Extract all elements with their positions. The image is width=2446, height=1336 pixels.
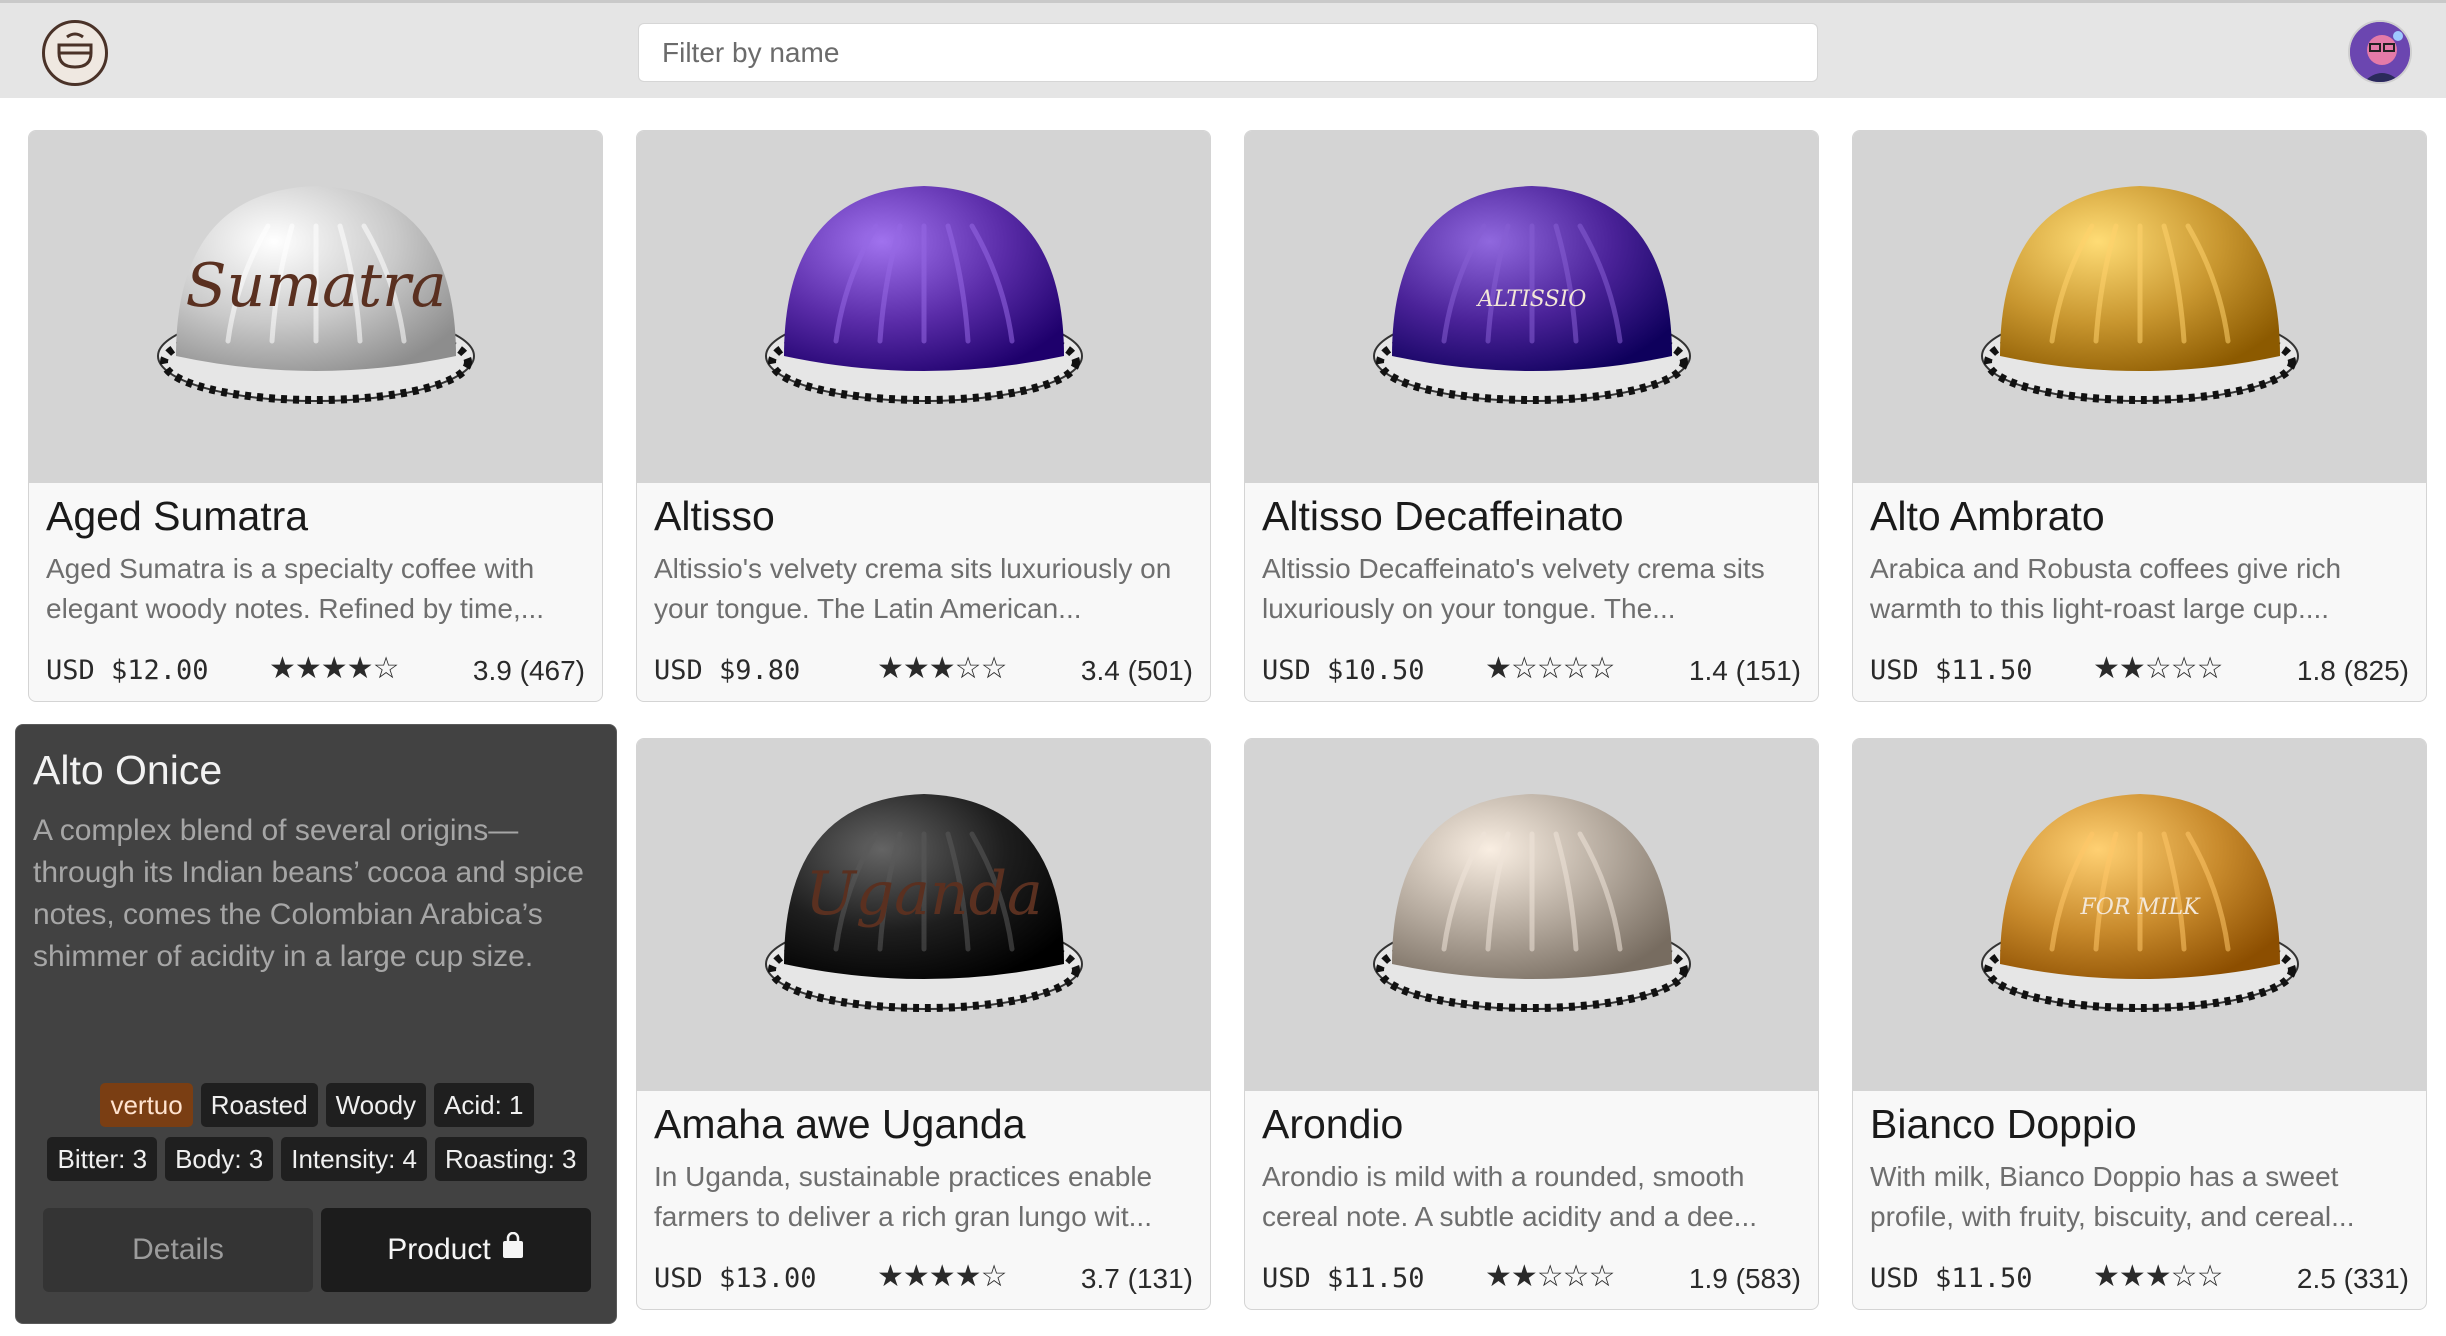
product-name: Alto Ambrato	[1870, 493, 2105, 539]
product-card[interactable]: Altisso Altissio's velvety crema sits lu…	[636, 130, 1211, 702]
tag-badge: Roasting: 3	[434, 1137, 587, 1181]
product-price: USD $9.80	[654, 655, 801, 686]
product-price: USD $13.00	[654, 1263, 817, 1294]
product-price: USD $11.50	[1870, 1263, 2033, 1294]
tag-badge: Bitter: 3	[47, 1137, 158, 1181]
coffee-cup-logo-icon[interactable]	[42, 20, 108, 86]
product-name: Arondio	[1262, 1101, 1404, 1147]
capsule-image	[1853, 131, 2426, 483]
search-input[interactable]	[638, 23, 1818, 82]
star-rating-icon: ★★★★☆	[877, 1259, 1007, 1294]
capsule-label: ALTISSIO	[1476, 287, 1587, 312]
shopping-bag-icon	[501, 1231, 525, 1268]
product-card[interactable]: FOR MILK Bianco Doppio With milk, Bianco…	[1852, 738, 2427, 1310]
tag-badge: Roasted	[200, 1083, 318, 1127]
star-rating-icon: ★★★☆☆	[877, 651, 1007, 686]
detail-product-name: Alto Onice	[33, 747, 223, 793]
capsule-label: Sumatra	[186, 251, 447, 321]
product-description: Altissio Decaffeinato's velvety crema si…	[1262, 553, 1765, 624]
product-name: Altisso Decaffeinato	[1262, 493, 1624, 539]
tag-badge: Intensity: 4	[281, 1137, 427, 1181]
tag-badge: Woody	[325, 1083, 427, 1127]
capsule-image: ALTISSIO	[1245, 131, 1818, 483]
star-rating-icon: ★★★☆☆	[2093, 1259, 2223, 1294]
product-card[interactable]: Uganda Amaha awe Uganda In Uganda, susta…	[636, 738, 1211, 1310]
product-name: Bianco Doppio	[1870, 1101, 2137, 1147]
product-name: Altisso	[654, 493, 775, 539]
product-description: Altissio's velvety crema sits luxuriousl…	[654, 553, 1172, 624]
capsule-image: Uganda	[637, 739, 1210, 1091]
tag-badge: Acid: 1	[434, 1083, 534, 1127]
product-card[interactable]: ALTISSIO Altisso Decaffeinato Altissio D…	[1244, 130, 1819, 702]
product-price: USD $12.00	[46, 655, 209, 686]
product-name: Amaha awe Uganda	[654, 1101, 1026, 1147]
rating-count: 3.4 (501)	[1080, 655, 1193, 686]
product-detail-panel[interactable]: Alto Onice A complex blend of several or…	[15, 724, 617, 1324]
product-description: In Uganda, sustainable practices enable …	[654, 1161, 1153, 1232]
rating-count: 1.8 (825)	[2296, 655, 2409, 686]
product-card[interactable]: Sumatra Aged Sumatra Aged Sumatra is a s…	[28, 130, 603, 702]
details-button-label: Details	[132, 1233, 224, 1266]
product-description: Arabica and Robusta coffees give rich wa…	[1870, 553, 2342, 624]
rating-count: 3.7 (131)	[1080, 1263, 1193, 1294]
details-button[interactable]: Details	[43, 1208, 313, 1292]
star-rating-icon: ★★☆☆☆	[2093, 651, 2223, 686]
capsule-label: FOR MILK	[2079, 895, 2201, 920]
tag-badge: vertuo	[100, 1083, 193, 1127]
product-description: With milk, Bianco Doppio has a sweet pro…	[1870, 1161, 2355, 1232]
capsule-image: FOR MILK	[1853, 739, 2426, 1091]
product-description: Aged Sumatra is a specialty coffee with …	[46, 553, 545, 624]
star-rating-icon: ★☆☆☆☆	[1485, 651, 1615, 686]
top-bar	[0, 0, 2446, 98]
tag-badge: Body: 3	[165, 1137, 274, 1181]
product-card[interactable]: Alto Ambrato Arabica and Robusta coffees…	[1852, 130, 2427, 702]
product-button-label: Product	[387, 1233, 491, 1266]
detail-product-description: A complex blend of several origins—throu…	[33, 814, 584, 973]
product-price: USD $11.50	[1262, 1263, 1425, 1294]
tag-row-2: Bitter: 3 Body: 3 Intensity: 4 Roasting:…	[33, 1137, 601, 1181]
product-name: Aged Sumatra	[46, 493, 309, 539]
capsule-image: Sumatra	[29, 131, 602, 483]
star-rating-icon: ★★☆☆☆	[1485, 1259, 1615, 1294]
user-avatar-icon[interactable]	[2348, 20, 2412, 84]
rating-count: 1.9 (583)	[1688, 1263, 1801, 1294]
rating-count: 2.5 (331)	[2296, 1263, 2409, 1294]
product-price: USD $11.50	[1870, 655, 2033, 686]
star-rating-icon: ★★★★☆	[269, 651, 399, 686]
product-description: Arondio is mild with a rounded, smooth c…	[1262, 1161, 1758, 1232]
tag-row-1: vertuo Roasted Woody Acid: 1	[33, 1083, 601, 1127]
capsule-label: Uganda	[805, 859, 1043, 929]
product-price: USD $10.50	[1262, 655, 1425, 686]
product-button[interactable]: Product	[321, 1208, 591, 1292]
capsule-image	[637, 131, 1210, 483]
product-card[interactable]: Arondio Arondio is mild with a rounded, …	[1244, 738, 1819, 1310]
rating-count: 3.9 (467)	[472, 655, 585, 686]
rating-count: 1.4 (151)	[1688, 655, 1801, 686]
capsule-image	[1245, 739, 1818, 1091]
